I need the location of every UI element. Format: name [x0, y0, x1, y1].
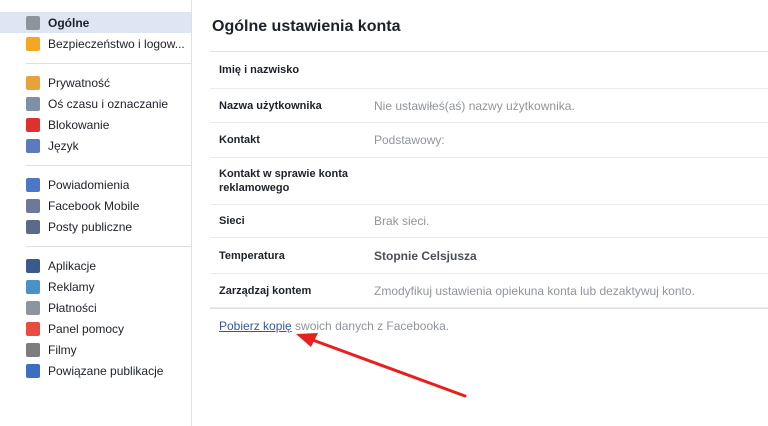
card-icon — [26, 300, 40, 315]
setting-name: Zarządzaj kontem — [219, 284, 312, 297]
setting-value: Zmodyfikuj ustawienia opiekuna konta lub… — [374, 283, 695, 298]
setting-value: Nie ustawiłeś(aś) nazwy użytkownika. — [374, 98, 575, 113]
page-title: Ogólne ustawienia konta — [212, 18, 401, 35]
download-copy-text: swoich danych z Facebooka. — [291, 319, 450, 333]
setting-row[interactable]: Zarządzaj kontem Zmodyfikuj ustawienia op… — [210, 274, 768, 308]
setting-name: Kontakt — [219, 134, 260, 146]
sidebar-group: Powiadomienia Facebook Mobile Posty public… — [26, 166, 191, 247]
sidebar-item[interactable]: Powiązane publikacje — [18, 360, 191, 381]
main-content: Ogólne ustawienia konta Imię i nazwisko N… — [210, 0, 768, 426]
sidebar-item[interactable]: Reklamy — [18, 276, 191, 297]
shield-icon — [26, 36, 40, 51]
sidebar-item[interactable]: Płatności — [18, 297, 191, 318]
setting-value: Stopnie Celsjusza — [374, 248, 477, 263]
ads-icon — [26, 279, 40, 294]
sidebar-group: Prywatność Oś czasu i oznaczanie Blokowani… — [26, 64, 191, 166]
sidebar-item[interactable]: Bezpieczeństwo i logow... — [18, 33, 191, 54]
gears-icon — [26, 15, 40, 30]
setting-row[interactable]: Kontakt Podstawowy: — [210, 123, 768, 158]
sidebar-item[interactable]: Posty publiczne — [18, 216, 191, 237]
publications-icon — [26, 363, 40, 378]
setting-row[interactable]: Sieci Brak sieci. — [210, 205, 768, 238]
sidebar-item-label: Ogólne — [48, 15, 90, 30]
setting-row[interactable]: Temperatura Stopnie Celsjusza — [210, 238, 768, 274]
sidebar-item-label: Facebook Mobile — [48, 198, 140, 213]
sidebar-group: Aplikacje Reklamy Płatności Panel pomocy Fil… — [26, 247, 191, 390]
rss-icon — [26, 219, 40, 234]
sidebar-item[interactable]: Facebook Mobile — [18, 195, 191, 216]
sidebar-group: Ogólne Bezpieczeństwo i logow... — [0, 0, 191, 64]
setting-name: Temperatura — [219, 249, 285, 262]
setting-name: Nazwa użytkownika — [219, 99, 322, 112]
sidebar-item[interactable]: Ogólne — [0, 12, 191, 33]
sidebar-item-label: Prywatność — [48, 75, 111, 90]
sidebar-item[interactable]: Oś czasu i oznaczanie — [18, 93, 191, 114]
settings-list: Imię i nazwisko Nazwa użytkownika Nie usta… — [210, 51, 768, 308]
sidebar-item[interactable]: Filmy — [18, 339, 191, 360]
settings-sidebar: Ogólne Bezpieczeństwo i logow... Prywatnoś… — [0, 0, 192, 426]
setting-row[interactable]: Imię i nazwisko — [210, 52, 768, 89]
sidebar-item[interactable]: Prywatność — [18, 72, 191, 93]
sidebar-item-label: Oś czasu i oznaczanie — [48, 96, 169, 111]
setting-name: Imię i nazwisko — [219, 64, 300, 76]
film-icon — [26, 342, 40, 357]
sidebar-item-label: Powiadomienia — [48, 177, 130, 192]
sidebar-item-label: Posty publiczne — [48, 219, 133, 234]
sidebar-item-label: Język — [48, 138, 79, 153]
sidebar-item-label: Aplikacje — [48, 258, 97, 273]
sidebar-item-label: Blokowanie — [48, 117, 110, 132]
block-icon — [26, 117, 40, 132]
download-copy-link[interactable]: Pobierz kopię — [219, 319, 292, 333]
sidebar-item-label: Płatności — [48, 300, 97, 315]
sidebar-item-label: Reklamy — [48, 279, 95, 294]
sidebar-item[interactable]: Aplikacje — [18, 255, 191, 276]
sidebar-item[interactable]: Blokowanie — [18, 114, 191, 135]
sidebar-item-label: Panel pomocy — [48, 321, 125, 336]
setting-row[interactable]: Kontakt w sprawie konta reklamowego — [210, 158, 768, 205]
setting-value: Podstawowy: — [374, 133, 445, 147]
download-copy-note: Pobierz kopię swoich danych z Facebooka. — [210, 308, 768, 333]
globe-icon — [26, 177, 40, 192]
lifebuoy-icon — [26, 321, 40, 336]
sidebar-item[interactable]: Panel pomocy — [18, 318, 191, 339]
phone-icon — [26, 198, 40, 213]
setting-value: Brak sieci. — [374, 214, 430, 228]
setting-name: Sieci — [219, 215, 245, 227]
apps-icon — [26, 258, 40, 273]
setting-name: Kontakt w sprawie konta reklamowego — [219, 168, 348, 194]
sidebar-item-label: Bezpieczeństwo i logow... — [48, 36, 185, 51]
sidebar-item-label: Filmy — [48, 342, 77, 357]
language-icon — [26, 138, 40, 153]
sidebar-item-label: Powiązane publikacje — [48, 363, 164, 378]
setting-row[interactable]: Nazwa użytkownika Nie ustawiłeś(aś) nazwy… — [210, 89, 768, 123]
sidebar-item[interactable]: Powiadomienia — [18, 174, 191, 195]
lock-icon — [26, 75, 40, 90]
sidebar-item[interactable]: Język — [18, 135, 191, 156]
timeline-icon — [26, 96, 40, 111]
